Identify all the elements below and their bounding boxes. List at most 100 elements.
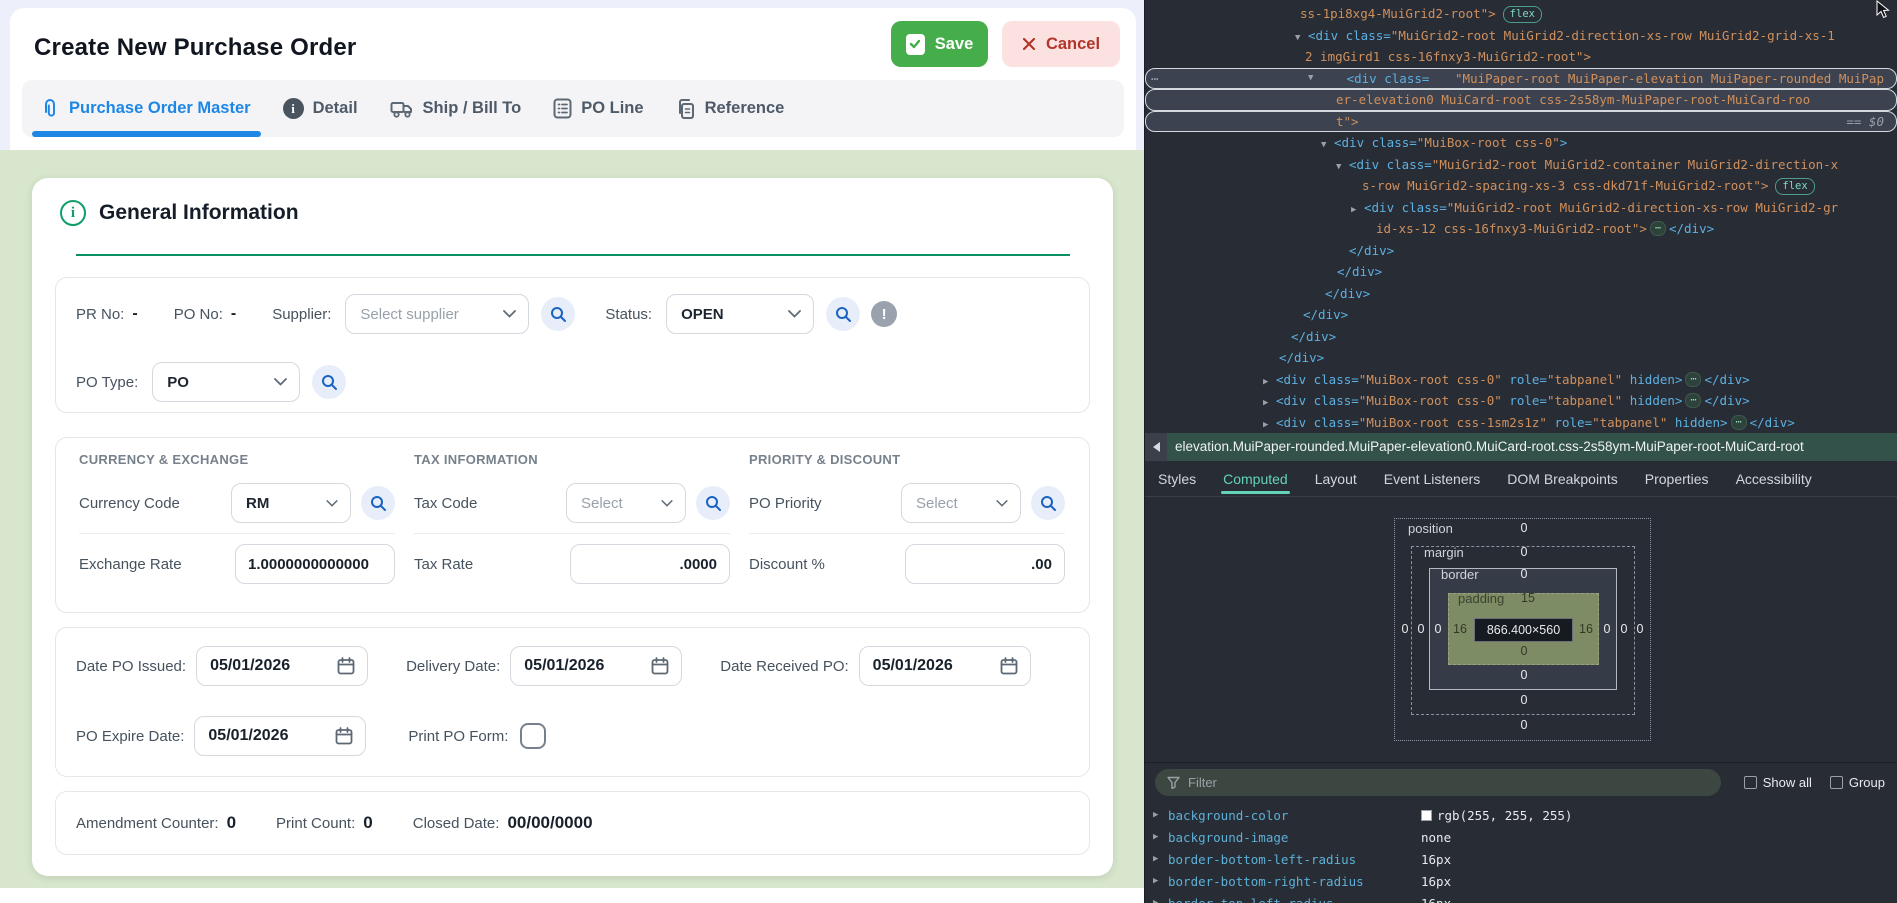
code-line[interactable]: 2 imgGird1 css-16fnxy3-MuiGrid2-root"> (1145, 46, 1897, 68)
code-line[interactable]: t"> == $0 (1145, 111, 1897, 133)
selector-breadcrumb[interactable]: elevation.MuiPaper-rounded.MuiPaper-elev… (1167, 433, 1897, 461)
save-button[interactable]: Save (891, 21, 988, 67)
group-option[interactable]: Group (1830, 775, 1885, 790)
expand-arrow-icon[interactable]: ▶ (1153, 832, 1168, 842)
calendar-icon[interactable] (336, 656, 356, 676)
ellipsis-expand-badge[interactable]: ⋯ (1685, 372, 1701, 387)
computed-property-row[interactable]: ▶ border-top-left-radius 16px (1145, 892, 1897, 903)
expand-arrow-icon[interactable]: ▼ (1308, 68, 1321, 90)
computed-property-row[interactable]: ▶ border-bottom-left-radius 16px (1145, 848, 1897, 870)
devtools-panel: ss-1pi8xg4-MuiGrid2-root">flex▼<div clas… (1144, 0, 1897, 903)
general-information-card: General Information PR No: - PO No: - Su… (32, 178, 1113, 876)
chevron-down-icon (661, 500, 673, 507)
info-circle-icon (60, 200, 86, 226)
devtools-tab[interactable]: Event Listeners (1384, 461, 1481, 496)
code-line[interactable]: ▼<div class="MuiBox-root css-0"> (1145, 132, 1897, 154)
code-line[interactable]: </div> (1145, 347, 1897, 369)
code-line[interactable]: id-xs-12 css-16fnxy3-MuiGrid2-root">⋯</d… (1145, 218, 1897, 240)
code-line[interactable]: ⋯▼<div class="MuiPaper-root MuiPaper-ele… (1145, 68, 1897, 90)
po-type-search-button[interactable] (312, 365, 346, 399)
discount-input[interactable]: .00 (905, 544, 1065, 584)
expand-arrow-icon[interactable]: ▶ (1153, 898, 1168, 903)
group-checkbox[interactable] (1830, 776, 1843, 789)
code-line[interactable]: s-row MuiGrid2-spacing-xs-3 css-dkd71f-M… (1145, 175, 1897, 197)
show-all-checkbox[interactable] (1744, 776, 1757, 789)
po-priority-search-button[interactable] (1031, 486, 1065, 520)
devtools-tab[interactable]: Accessibility (1736, 461, 1812, 496)
po-type-select[interactable]: PO (152, 362, 300, 402)
ellipsis-expand-badge[interactable]: ⋯ (1650, 221, 1666, 236)
devtools-tab[interactable]: Styles (1158, 461, 1196, 496)
code-line[interactable]: ▶<div class="MuiBox-root css-1sm2s1z" ro… (1145, 412, 1897, 434)
expand-arrow-icon[interactable]: ▶ (1153, 854, 1168, 864)
filter-input[interactable]: Filter (1155, 769, 1721, 796)
supplier-search-button[interactable] (541, 297, 575, 331)
priority-discount-column: PRIORITY & DISCOUNT PO Priority Select (749, 452, 1065, 612)
chevron-down-icon (996, 500, 1008, 507)
devtools-tab[interactable]: Properties (1645, 461, 1709, 496)
computed-property-row[interactable]: ▶ border-bottom-right-radius 16px (1145, 870, 1897, 892)
date-received-po-input[interactable]: 05/01/2026 (859, 646, 1031, 686)
print-po-form-checkbox[interactable] (520, 723, 546, 749)
tab-purchase-order-master[interactable]: Purchase Order Master (40, 80, 251, 137)
info-icon (283, 98, 304, 119)
code-line[interactable]: ▶<div class="MuiBox-root css-0" role="ta… (1145, 390, 1897, 412)
search-icon (550, 306, 567, 323)
po-priority-select[interactable]: Select (901, 483, 1021, 523)
code-line[interactable]: </div> (1145, 261, 1897, 283)
tab-ship-bill-to[interactable]: Ship / Bill To (390, 80, 522, 137)
group-header: TAX INFORMATION (414, 452, 730, 467)
calendar-icon[interactable] (999, 656, 1019, 676)
cancel-button[interactable]: Cancel (1002, 21, 1120, 67)
tab-detail[interactable]: Detail (283, 80, 358, 137)
calendar-icon[interactable] (334, 726, 354, 746)
delivery-date-input[interactable]: 05/01/2026 (510, 646, 682, 686)
po-no-label: PO No: (174, 306, 223, 323)
show-all-option[interactable]: Show all (1744, 775, 1812, 790)
code-line[interactable]: ss-1pi8xg4-MuiGrid2-root">flex (1145, 3, 1897, 25)
tax-rate-input[interactable]: .0000 (570, 544, 730, 584)
tab-po-line[interactable]: PO Line (553, 80, 643, 137)
computed-property-row[interactable]: ▶ background-image none (1145, 826, 1897, 848)
search-icon (370, 495, 387, 512)
computed-property-row[interactable]: ▶ background-color rgb(255, 255, 255) (1145, 804, 1897, 826)
dates-fieldset: Date PO Issued: 05/01/2026 Delivery Date… (55, 627, 1090, 777)
code-line[interactable]: ▼<div class="MuiGrid2-root MuiGrid2-cont… (1145, 154, 1897, 176)
status-search-button[interactable] (826, 297, 860, 331)
ellipsis-expand-badge[interactable]: ⋯ (1731, 415, 1747, 430)
code-line[interactable]: </div> (1145, 326, 1897, 348)
currency-code-select[interactable]: RM (231, 483, 351, 523)
expand-arrow-icon[interactable]: ▶ (1153, 810, 1168, 820)
code-line[interactable]: er-elevation0 MuiCard-root css-2s58ym-Mu… (1145, 89, 1897, 111)
tax-code-select[interactable]: Select (566, 483, 686, 523)
code-line[interactable]: ▶<div class="MuiGrid2-root MuiGrid2-dire… (1145, 197, 1897, 219)
calendar-icon[interactable] (650, 656, 670, 676)
supplier-select[interactable]: Select supplier (345, 294, 529, 334)
code-token: </div> (1325, 286, 1370, 301)
devtools-tab[interactable]: Computed (1223, 461, 1288, 496)
box-model-diagram[interactable]: 866.400×560 position margin border paddi… (1394, 518, 1651, 741)
tab-label: Purchase Order Master (69, 99, 251, 118)
search-icon (1040, 495, 1057, 512)
code-line[interactable]: </div> (1145, 283, 1897, 305)
devtools-tab[interactable]: DOM Breakpoints (1507, 461, 1617, 496)
po-priority-label: PO Priority (749, 495, 901, 512)
code-line[interactable]: ▼<div class="MuiGrid2-root MuiGrid2-dire… (1145, 25, 1897, 47)
code-line[interactable]: ▶<div class="MuiBox-root css-0" role="ta… (1145, 369, 1897, 391)
ellipsis-expand-badge[interactable]: ⋯ (1685, 393, 1701, 408)
tax-code-search-button[interactable] (696, 486, 730, 520)
date-po-issued-input[interactable]: 05/01/2026 (196, 646, 368, 686)
code-line[interactable]: </div> (1145, 304, 1897, 326)
status-select[interactable]: OPEN (666, 294, 814, 334)
devtools-tab[interactable]: Layout (1315, 461, 1357, 496)
breadcrumb-back-button[interactable] (1145, 433, 1167, 461)
expand-arrow-icon[interactable]: ▶ (1153, 876, 1168, 886)
exchange-rate-input[interactable]: 1.0000000000000 (235, 544, 395, 584)
tab-label: Detail (313, 99, 358, 118)
padding-bottom: 0 (1521, 644, 1528, 658)
selector-bar: elevation.MuiPaper-rounded.MuiPaper-elev… (1145, 433, 1897, 461)
tab-reference[interactable]: Reference (676, 80, 785, 137)
po-expire-date-input[interactable]: 05/01/2026 (194, 716, 366, 756)
code-line[interactable]: </div> (1145, 240, 1897, 262)
currency-search-button[interactable] (361, 486, 395, 520)
